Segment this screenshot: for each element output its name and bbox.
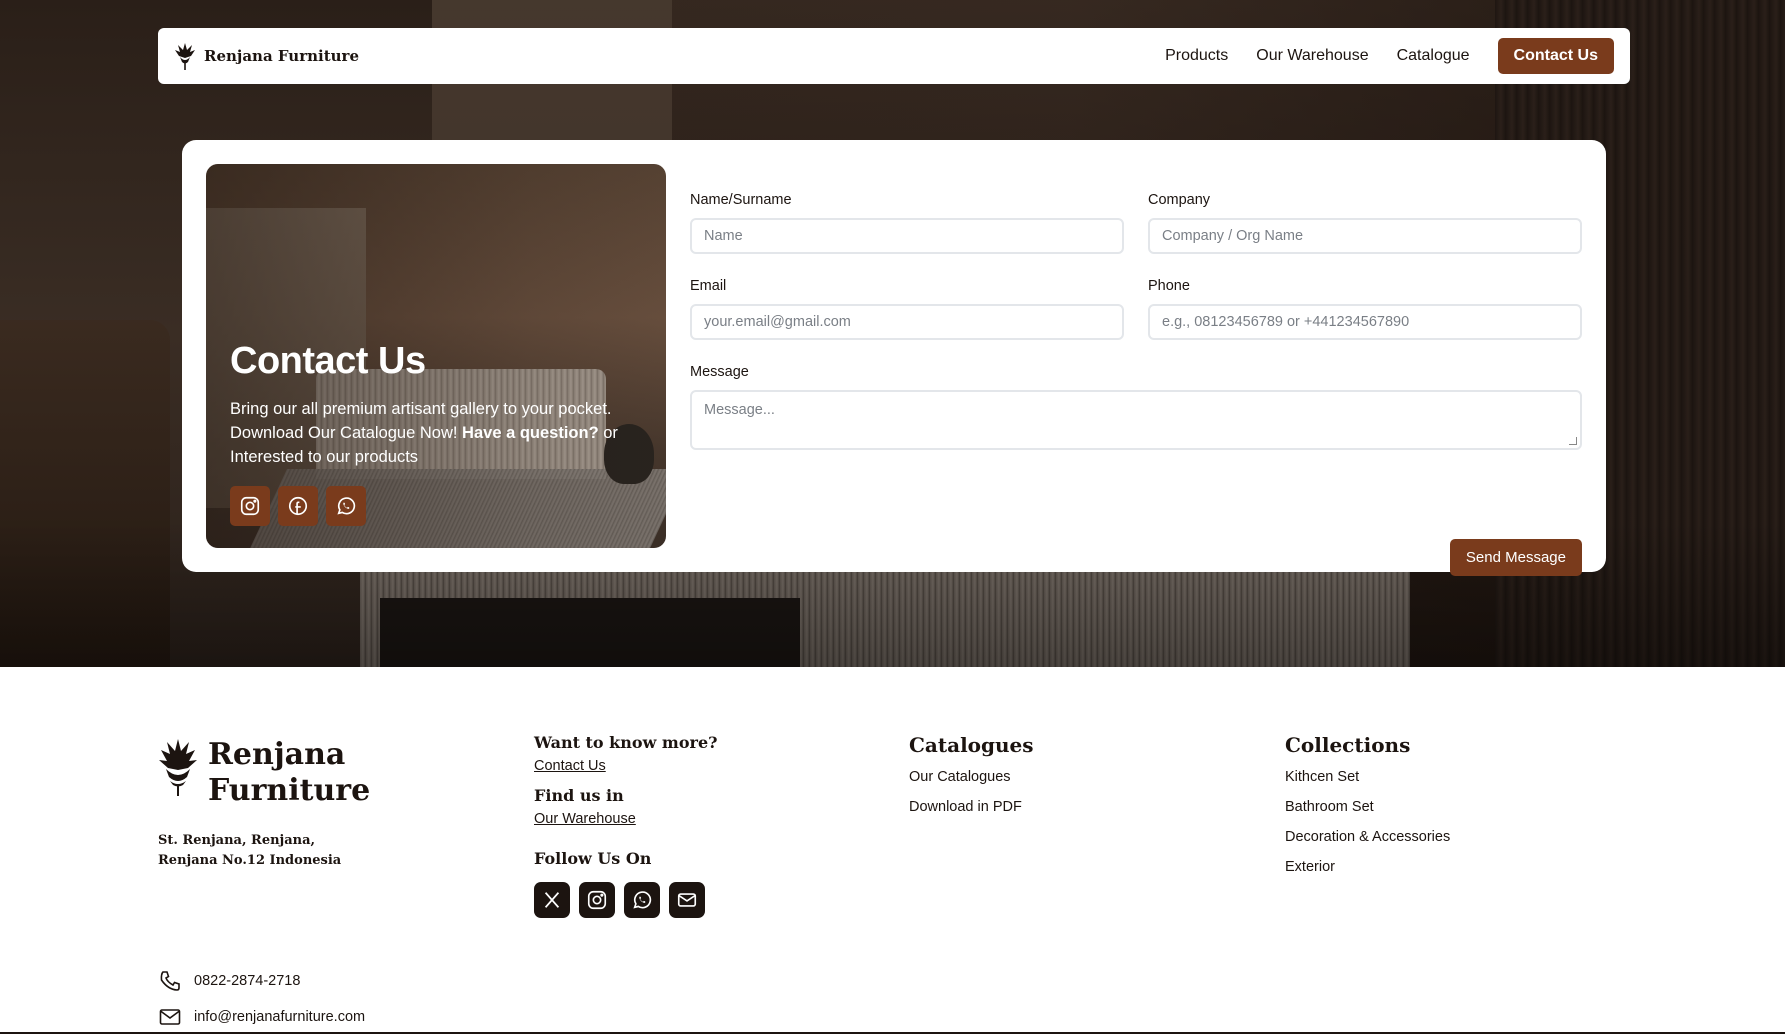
footer-brand[interactable]: Renjana Furniture — [158, 737, 498, 809]
contact-title: Contact Us — [230, 340, 426, 382]
contact-card: Contact Us Bring our all premium artisan… — [182, 140, 1606, 576]
contact-form: Name/Surname Name Company Company / Org … — [690, 192, 1582, 576]
footer-warehouse-link[interactable]: Our Warehouse — [534, 811, 864, 827]
footer-mail-button[interactable] — [669, 882, 705, 918]
whatsapp-button[interactable] — [326, 486, 366, 526]
resize-handle-icon[interactable] — [1569, 437, 1577, 445]
phone-text: 0822-2874-2718 — [194, 973, 301, 989]
whatsapp-icon — [633, 891, 652, 909]
email-label: Email — [690, 278, 727, 294]
footer-brand-line-1: Renjana — [208, 737, 346, 772]
photo-text: Contact Us Bring our all premium artisan… — [230, 340, 640, 469]
instagram-icon — [587, 890, 607, 910]
nav-link-warehouse[interactable]: Our Warehouse — [1256, 47, 1368, 65]
phone-input[interactable]: e.g., 08123456789 or +441234567890 — [1148, 304, 1582, 340]
footer-catalogues-column: Catalogues Our Catalogues Download in PD… — [909, 733, 1239, 829]
footer-phone[interactable]: 0822-2874-2718 — [158, 969, 300, 993]
footer-brand-line-2: Furniture — [208, 773, 371, 808]
facebook-button[interactable] — [278, 486, 318, 526]
phone-label: Phone — [1148, 278, 1190, 294]
catalogues-link-pdf[interactable]: Download in PDF — [909, 799, 1239, 815]
whatsapp-icon — [337, 497, 356, 515]
flower-logo-icon — [175, 43, 195, 70]
footer-collections-column: Collections Kithcen Set Bathroom Set Dec… — [1285, 733, 1615, 889]
collections-heading: Collections — [1285, 733, 1411, 757]
contact-description: Bring our all premium artisant gallery t… — [230, 397, 640, 469]
footer: Renjana Furniture St. Renjana, Renjana, … — [0, 667, 1785, 1034]
footer-social-row — [534, 882, 864, 918]
contact-socials — [230, 486, 366, 526]
facebook-icon — [288, 496, 308, 516]
phone-icon — [160, 971, 180, 991]
collection-link-exterior[interactable]: Exterior — [1285, 859, 1615, 875]
footer-whatsapp-button[interactable] — [624, 882, 660, 918]
x-button[interactable] — [534, 882, 570, 918]
know-more-heading: Want to know more? — [534, 733, 718, 752]
catalogues-heading: Catalogues — [909, 733, 1034, 757]
mail-icon — [159, 1009, 181, 1025]
collection-link-kitchen[interactable]: Kithcen Set — [1285, 769, 1615, 785]
navbar: Renjana Furniture Products Our Warehouse… — [158, 28, 1630, 84]
nav-link-products[interactable]: Products — [1165, 47, 1228, 65]
nav-link-catalogue[interactable]: Catalogue — [1397, 47, 1470, 65]
catalogues-link-our[interactable]: Our Catalogues — [909, 769, 1239, 785]
collection-link-bathroom[interactable]: Bathroom Set — [1285, 799, 1615, 815]
find-us-heading: Find us in — [534, 786, 624, 805]
footer-info-column: Want to know more? Contact Us Find us in… — [534, 733, 864, 918]
message-textarea[interactable]: Message... — [690, 390, 1582, 450]
email-text: info@renjanafurniture.com — [194, 1009, 366, 1025]
name-input[interactable]: Name — [690, 218, 1124, 254]
brand[interactable]: Renjana Furniture — [174, 41, 359, 71]
send-message-button[interactable]: Send Message — [1449, 539, 1582, 576]
company-label: Company — [1148, 192, 1211, 208]
email-input[interactable]: your.email@gmail.com — [690, 304, 1124, 340]
company-input[interactable]: Company / Org Name — [1148, 218, 1582, 254]
contact-photo: Contact Us Bring our all premium artisan… — [206, 164, 666, 548]
desc-bold: Have a question? — [462, 424, 599, 442]
instagram-icon — [240, 496, 260, 516]
x-icon — [544, 892, 560, 908]
name-label: Name/Surname — [690, 192, 792, 208]
flower-logo-icon — [159, 739, 197, 796]
brand-name: Renjana Furniture — [204, 47, 359, 65]
footer-brand-column: Renjana Furniture St. Renjana, Renjana, … — [158, 737, 498, 1025]
collection-link-decoration[interactable]: Decoration & Accessories — [1285, 829, 1615, 845]
mail-icon — [677, 893, 697, 907]
footer-instagram-button[interactable] — [579, 882, 615, 918]
footer-brand-name: Renjana Furniture — [208, 737, 370, 809]
instagram-button[interactable] — [230, 486, 270, 526]
footer-email[interactable]: info@renjanafurniture.com — [158, 1005, 365, 1029]
footer-contact-link[interactable]: Contact Us — [534, 758, 864, 774]
message-label: Message — [690, 364, 749, 380]
follow-heading: Follow Us On — [534, 849, 652, 868]
nav-links: Products Our Warehouse Catalogue Contact… — [1165, 38, 1614, 74]
nav-contact-button[interactable]: Contact Us — [1497, 38, 1614, 74]
message-placeholder: Message... — [704, 402, 775, 418]
footer-address: St. Renjana, Renjana, Renjana No.12 Indo… — [158, 833, 342, 868]
